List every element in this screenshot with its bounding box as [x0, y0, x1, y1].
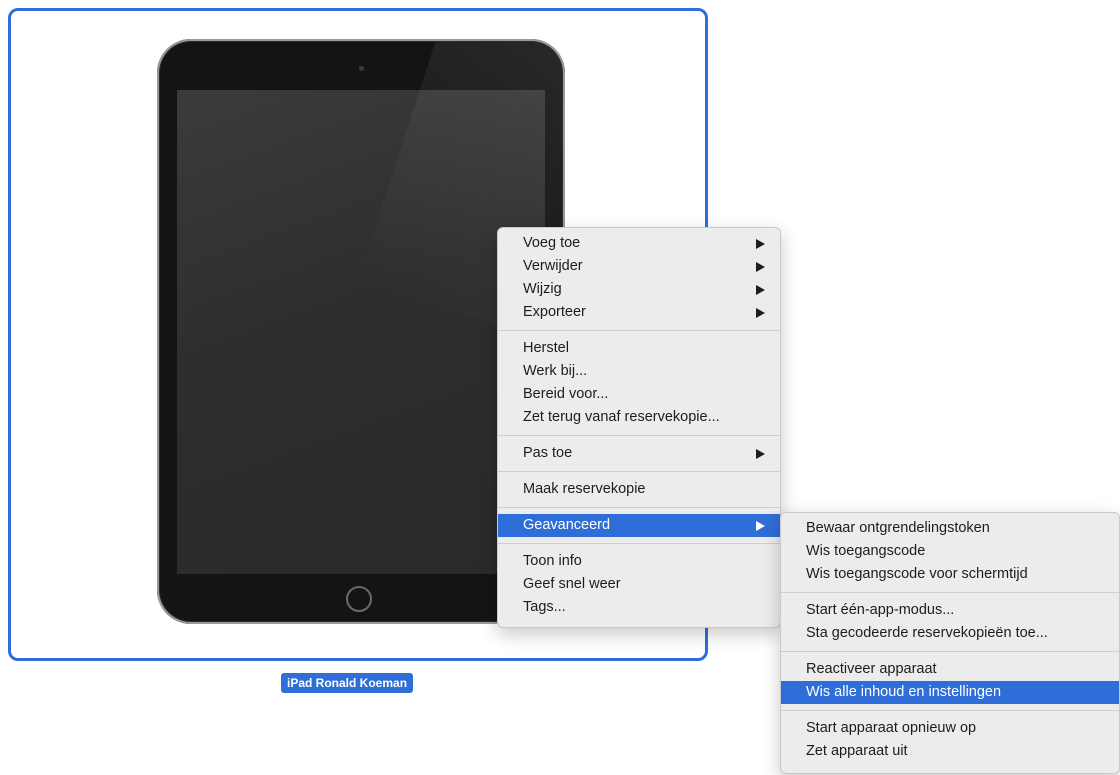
submenu-item-bewaar-ontgrendelingstoken[interactable]: Bewaar ontgrendelingstoken	[781, 517, 1119, 540]
menu-item-label: Sta gecodeerde reservekopieën toe...	[806, 625, 1048, 641]
device-name-label[interactable]: iPad Ronald Koeman	[281, 673, 414, 693]
submenu-item-start-opnieuw-op[interactable]: Start apparaat opnieuw op	[781, 717, 1119, 740]
menu-item-label: Voeg toe	[523, 235, 581, 251]
menu-item-label: Wijzig	[523, 281, 562, 297]
menu-item-exporteer[interactable]: Exporteer	[498, 301, 780, 324]
menu-item-zet-terug[interactable]: Zet terug vanaf reservekopie...	[498, 406, 780, 429]
menu-item-label: Zet terug vanaf reservekopie...	[523, 409, 720, 425]
menu-separator	[781, 651, 1119, 652]
menu-item-label: Verwijder	[523, 258, 583, 274]
submenu-item-wis-alle-inhoud[interactable]: Wis alle inhoud en instellingen	[781, 681, 1119, 704]
advanced-submenu: Bewaar ontgrendelingstoken Wis toegangsc…	[780, 512, 1120, 774]
menu-item-label: Geavanceerd	[523, 517, 611, 533]
home-button-icon	[346, 586, 372, 612]
submenu-item-zet-apparaat-uit[interactable]: Zet apparaat uit	[781, 740, 1119, 763]
menu-item-label: Herstel	[523, 340, 569, 356]
submenu-arrow-icon	[756, 262, 765, 272]
menu-item-maak-reservekopie[interactable]: Maak reservekopie	[498, 478, 780, 501]
submenu-item-start-een-app-modus[interactable]: Start één-app-modus...	[781, 599, 1119, 622]
menu-item-label: Bereid voor...	[523, 386, 609, 402]
menu-item-label: Pas toe	[523, 445, 573, 461]
menu-item-toon-info[interactable]: Toon info	[498, 550, 780, 573]
menu-item-label: Tags...	[523, 599, 566, 615]
menu-item-werk-bij[interactable]: Werk bij...	[498, 360, 780, 383]
menu-separator	[781, 710, 1119, 711]
menu-separator	[498, 330, 780, 331]
camera-dot	[359, 66, 364, 71]
submenu-arrow-icon	[756, 308, 765, 318]
ipad-screen	[177, 90, 545, 574]
menu-separator	[781, 592, 1119, 593]
submenu-arrow-icon	[756, 521, 765, 531]
menu-separator	[498, 507, 780, 508]
menu-separator	[498, 471, 780, 472]
submenu-item-reactiveer-apparaat[interactable]: Reactiveer apparaat	[781, 658, 1119, 681]
menu-item-tags[interactable]: Tags...	[498, 596, 780, 619]
submenu-arrow-icon	[756, 285, 765, 295]
menu-item-label: Toon info	[523, 553, 582, 569]
menu-item-label: Zet apparaat uit	[806, 743, 908, 759]
menu-item-label: Start apparaat opnieuw op	[806, 720, 977, 736]
submenu-item-wis-toegangscode[interactable]: Wis toegangscode	[781, 540, 1119, 563]
menu-item-voeg-toe[interactable]: Voeg toe	[498, 232, 780, 255]
menu-separator	[498, 543, 780, 544]
menu-item-label: Werk bij...	[523, 363, 588, 379]
menu-item-pas-toe[interactable]: Pas toe	[498, 442, 780, 465]
submenu-arrow-icon	[756, 239, 765, 249]
menu-item-bereid-voor[interactable]: Bereid voor...	[498, 383, 780, 406]
menu-item-wijzig[interactable]: Wijzig	[498, 278, 780, 301]
menu-item-label: Geef snel weer	[523, 576, 621, 592]
menu-item-label: Bewaar ontgrendelingstoken	[806, 520, 990, 536]
menu-item-label: Wis toegangscode	[806, 543, 926, 559]
menu-item-label: Reactiveer apparaat	[806, 661, 937, 677]
menu-item-geavanceerd[interactable]: Geavanceerd	[498, 514, 780, 537]
submenu-item-wis-toegangscode-schermtijd[interactable]: Wis toegangscode voor schermtijd	[781, 563, 1119, 586]
menu-item-label: Start één-app-modus...	[806, 602, 955, 618]
menu-item-geef-snel-weer[interactable]: Geef snel weer	[498, 573, 780, 596]
menu-item-label: Maak reservekopie	[523, 481, 646, 497]
menu-item-herstel[interactable]: Herstel	[498, 337, 780, 360]
menu-separator	[498, 435, 780, 436]
submenu-arrow-icon	[756, 449, 765, 459]
context-menu: Voeg toe Verwijder Wijzig Exporteer Hers…	[497, 227, 781, 628]
menu-item-label: Exporteer	[523, 304, 586, 320]
menu-item-verwijder[interactable]: Verwijder	[498, 255, 780, 278]
menu-item-label: Wis alle inhoud en instellingen	[806, 684, 1002, 700]
submenu-item-sta-gecodeerde-reservekopieen-toe[interactable]: Sta gecodeerde reservekopieën toe...	[781, 622, 1119, 645]
menu-item-label: Wis toegangscode voor schermtijd	[806, 566, 1028, 582]
